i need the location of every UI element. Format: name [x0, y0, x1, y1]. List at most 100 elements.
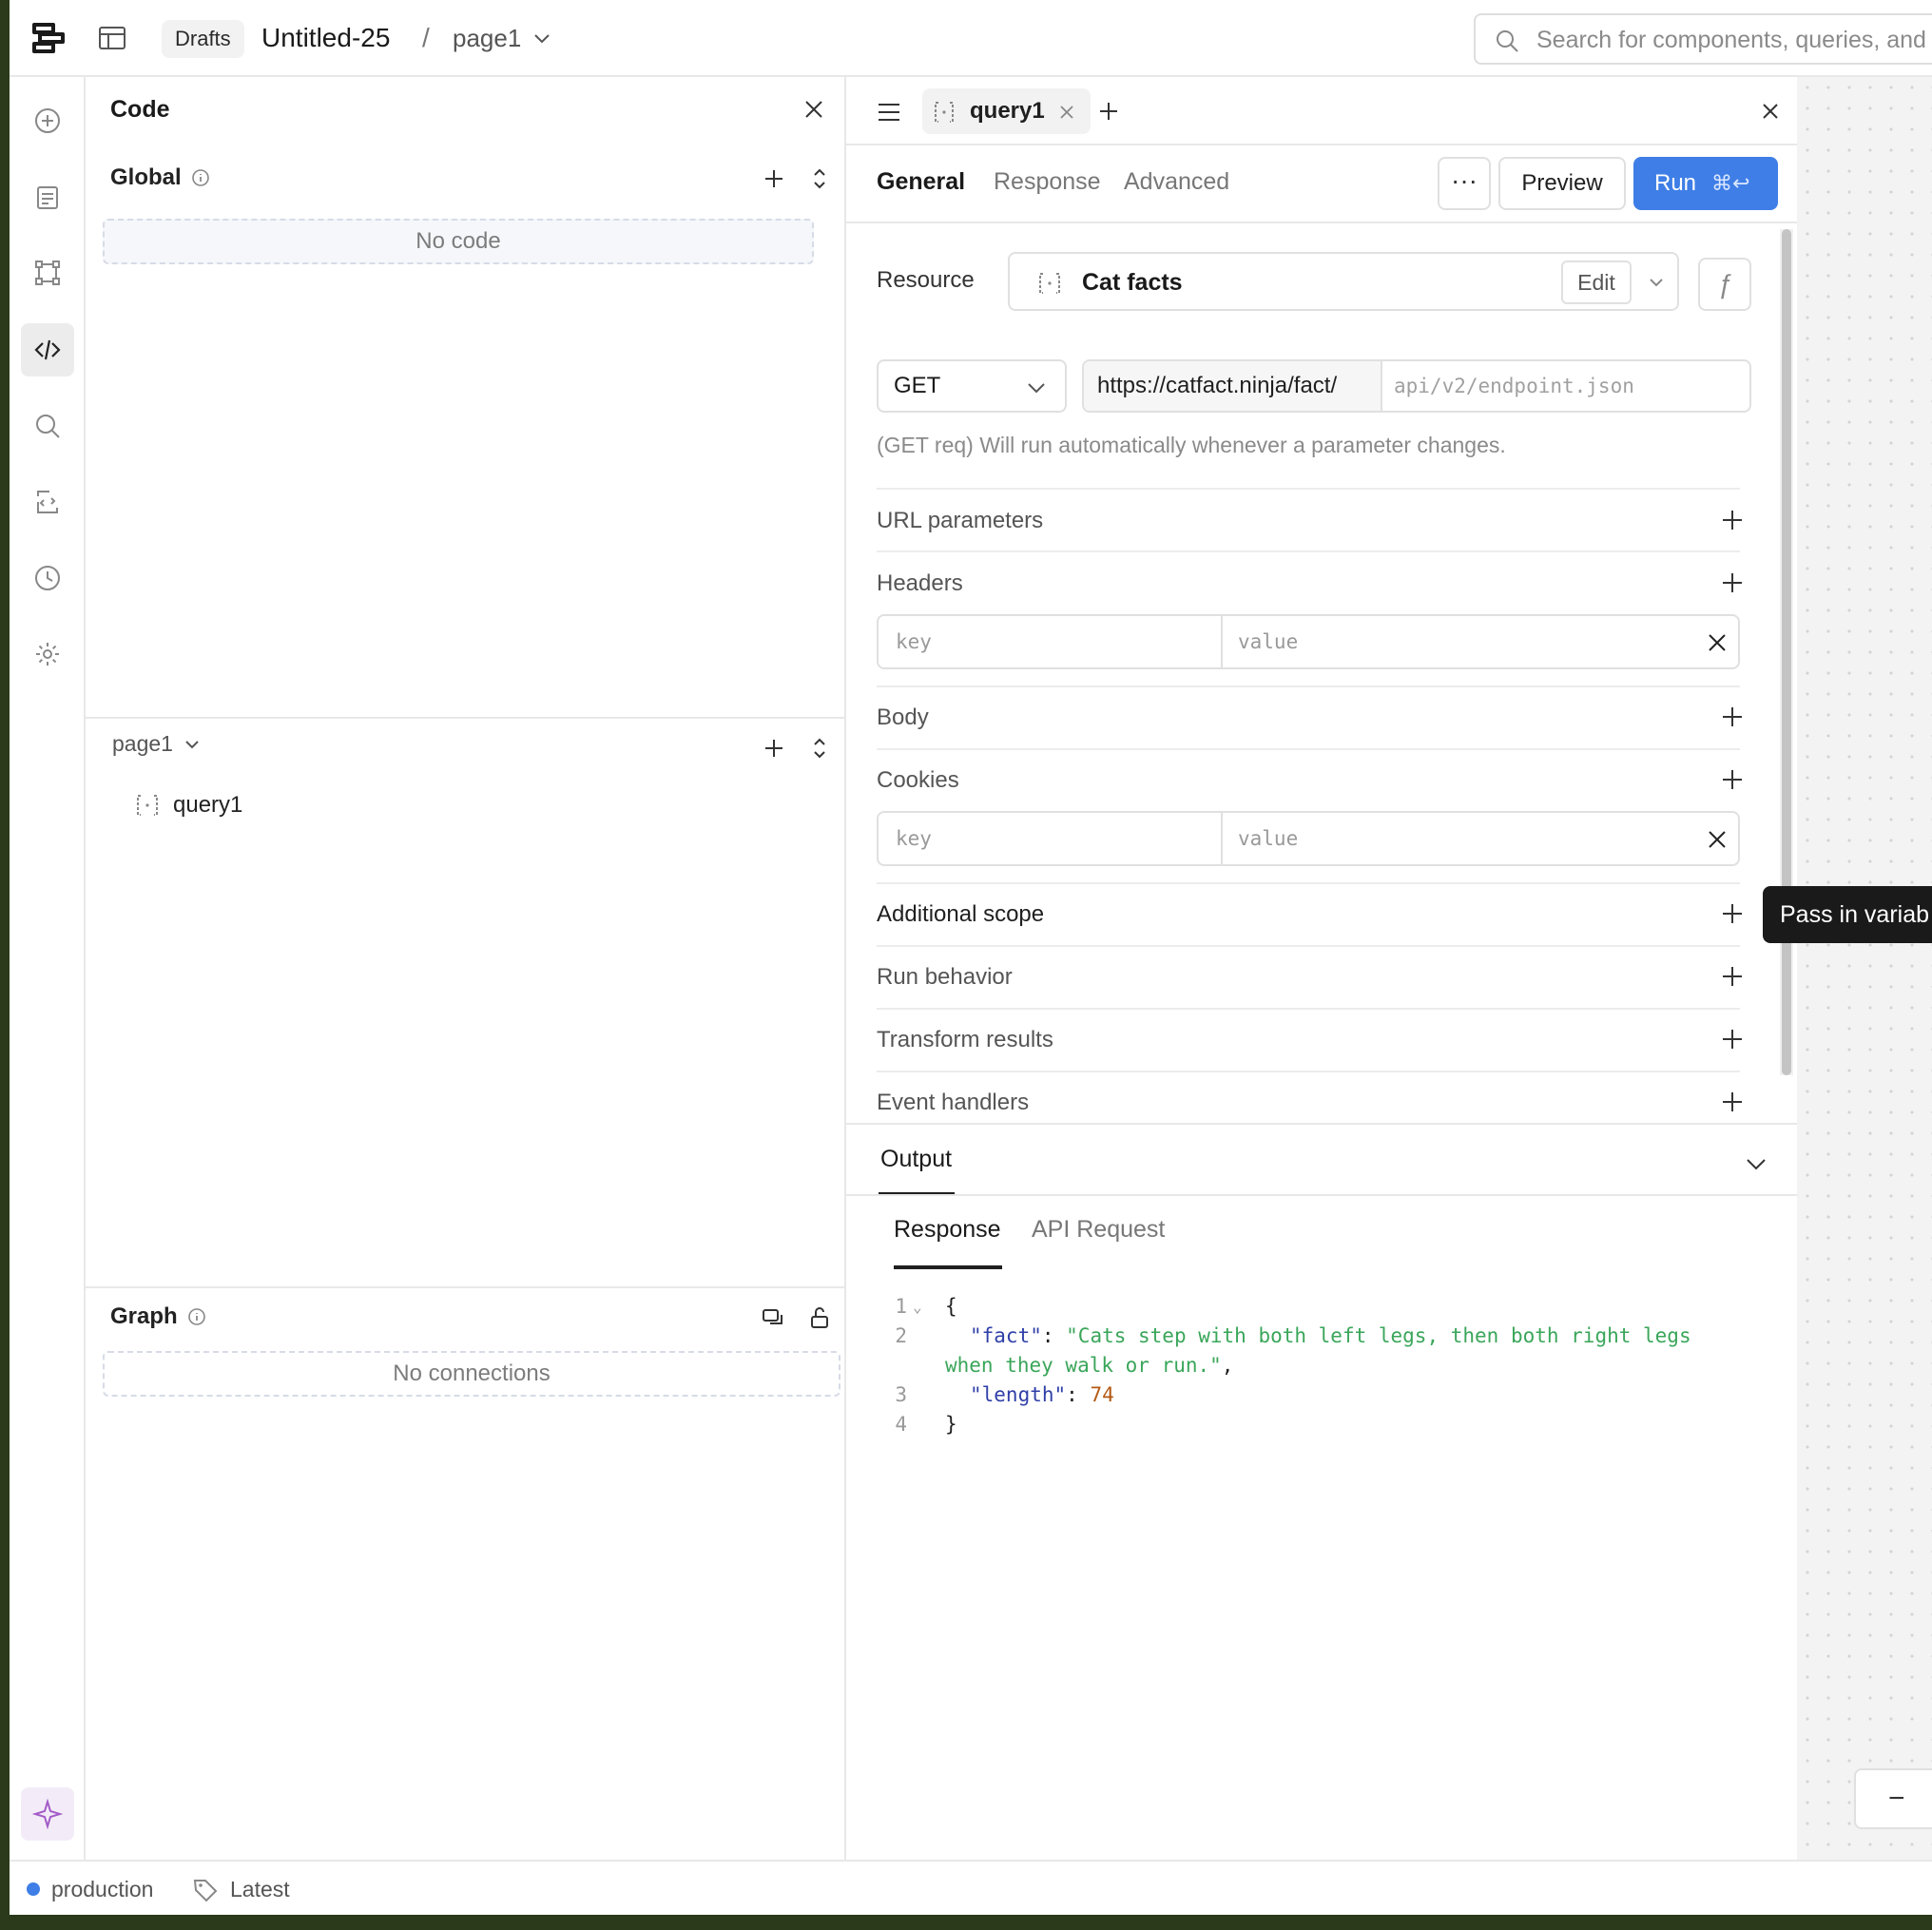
global-empty-state: No code	[103, 219, 814, 264]
url-path-input[interactable]: api/v2/endpoint.json	[1394, 361, 1634, 411]
run-shortcut: ⌘↩	[1711, 171, 1750, 195]
global-section-header[interactable]: Global	[110, 164, 210, 191]
add-cookie-icon[interactable]	[1719, 766, 1746, 793]
graph-section-header[interactable]: Graph	[110, 1303, 206, 1330]
resource-select[interactable]: Cat facts Edit	[1008, 252, 1679, 311]
url-parameters-label[interactable]: URL parameters	[877, 508, 1043, 534]
transform-results-label[interactable]: Transform results	[877, 1027, 1053, 1053]
preview-button[interactable]: Preview	[1498, 157, 1626, 210]
body-label[interactable]: Body	[877, 704, 929, 731]
scrollbar[interactable]	[1780, 229, 1793, 1075]
remove-header-icon[interactable]	[1706, 631, 1729, 654]
search-input[interactable]: Search for components, queries, and	[1474, 13, 1932, 65]
fold-chevron-icon[interactable]: ⌄	[913, 1292, 922, 1322]
layout-toggle-icon[interactable]	[97, 23, 127, 53]
tag-icon	[193, 1880, 218, 1902]
expand-collapse-icon[interactable]	[806, 165, 833, 192]
add-event-handler-icon[interactable]	[1719, 1089, 1746, 1115]
run-hint: (GET req) Will run automatically wheneve…	[877, 433, 1506, 457]
top-bar: Drafts Untitled-25 / page1 Search for co…	[10, 0, 1932, 77]
method-select[interactable]: GET	[877, 359, 1067, 413]
fx-toggle-button[interactable]: ƒ	[1698, 258, 1751, 311]
add-body-icon[interactable]	[1719, 704, 1746, 730]
tab-general[interactable]: General	[877, 168, 965, 196]
chevron-down-icon[interactable]	[531, 27, 553, 49]
retool-logo-icon[interactable]	[30, 19, 68, 57]
output-title[interactable]: Output	[880, 1146, 952, 1173]
zoom-out-button[interactable]: −	[1854, 1768, 1932, 1829]
page-selector[interactable]: page1	[453, 21, 521, 55]
environment-selector[interactable]: production	[51, 1877, 153, 1902]
add-global-button[interactable]	[761, 165, 787, 192]
tab-output-response[interactable]: Response	[894, 1216, 1001, 1244]
pages-button[interactable]	[21, 171, 74, 224]
page-section-header[interactable]: page1	[112, 731, 202, 757]
header-key-input[interactable]: key	[879, 616, 1223, 667]
query-icon	[137, 795, 158, 816]
list-item-query1[interactable]: query1	[133, 792, 242, 819]
component-tree-button[interactable]	[21, 246, 74, 299]
method-value: GET	[894, 373, 941, 398]
code-panel: Code Global No code page1 query1 Graph N…	[86, 77, 846, 1860]
event-handlers-label[interactable]: Event handlers	[877, 1090, 1029, 1116]
more-options-button[interactable]: ···	[1438, 157, 1491, 210]
query-name: query1	[173, 792, 243, 818]
tab-query1[interactable]: query1	[922, 88, 1092, 134]
settings-button[interactable]	[21, 627, 74, 681]
search-button[interactable]	[21, 399, 74, 453]
scrollbar-thumb[interactable]	[1782, 229, 1791, 1075]
run-behavior-label[interactable]: Run behavior	[877, 964, 1013, 991]
chevron-down-icon[interactable]	[1744, 1151, 1768, 1176]
tab-response[interactable]: Response	[994, 168, 1101, 196]
expand-run-behavior-icon[interactable]	[1719, 963, 1746, 990]
close-icon[interactable]	[801, 96, 827, 123]
comments-icon[interactable]	[761, 1304, 787, 1331]
url-field[interactable]: https://catfact.ninja/fact/ api/v2/endpo…	[1082, 359, 1751, 413]
status-bar: production Latest	[10, 1860, 1932, 1915]
tab-api-request[interactable]: API Request	[1032, 1216, 1165, 1244]
edit-resource-button[interactable]: Edit	[1561, 261, 1632, 304]
json-key: "length"	[970, 1383, 1067, 1406]
chevron-down-icon[interactable]	[1645, 271, 1668, 294]
breadcrumb-separator: /	[422, 23, 430, 52]
info-icon[interactable]	[187, 1307, 206, 1326]
add-component-button[interactable]	[21, 94, 74, 147]
unlock-icon[interactable]	[806, 1304, 833, 1331]
add-url-parameter-icon[interactable]	[1719, 507, 1746, 533]
add-scope-icon[interactable]	[1719, 900, 1746, 927]
cookie-key-input[interactable]: key	[879, 813, 1223, 864]
menu-icon[interactable]	[875, 98, 903, 126]
plus-circle-icon	[35, 108, 60, 133]
tab-advanced[interactable]: Advanced	[1124, 168, 1229, 196]
close-tab-icon[interactable]	[1058, 104, 1075, 121]
cookie-value-input[interactable]: value	[1238, 813, 1298, 864]
add-query-button[interactable]	[761, 735, 787, 762]
json-string: when they walk or run."	[945, 1354, 1222, 1377]
state-button[interactable]	[21, 475, 74, 529]
code-button[interactable]	[21, 323, 74, 376]
run-button[interactable]: Run ⌘↩	[1633, 157, 1778, 210]
expand-collapse-icon[interactable]	[806, 735, 833, 762]
header-value-input[interactable]: value	[1238, 616, 1298, 667]
version-selector[interactable]: Latest	[230, 1877, 290, 1902]
tab-label: query1	[970, 98, 1045, 124]
app-canvas[interactable]	[1797, 77, 1932, 1860]
ai-assist-button[interactable]	[21, 1787, 74, 1841]
additional-scope-label[interactable]: Additional scope	[877, 901, 1044, 928]
info-icon[interactable]	[191, 168, 210, 187]
close-icon[interactable]	[1757, 98, 1784, 125]
app-title[interactable]: Untitled-25	[261, 21, 390, 55]
gear-icon	[36, 643, 59, 666]
add-header-icon[interactable]	[1719, 569, 1746, 596]
chevron-down-icon	[185, 740, 199, 748]
expand-transform-icon[interactable]	[1719, 1026, 1746, 1052]
add-tab-icon[interactable]	[1095, 98, 1122, 125]
search-placeholder: Search for components, queries, and	[1536, 27, 1926, 53]
cookies-label[interactable]: Cookies	[877, 767, 959, 794]
headers-label[interactable]: Headers	[877, 570, 963, 597]
divider	[877, 685, 1740, 687]
resource-name: Cat facts	[1082, 269, 1183, 296]
remove-cookie-icon[interactable]	[1706, 828, 1729, 851]
breadcrumb-drafts[interactable]: Drafts	[162, 20, 244, 58]
history-button[interactable]	[21, 551, 74, 605]
